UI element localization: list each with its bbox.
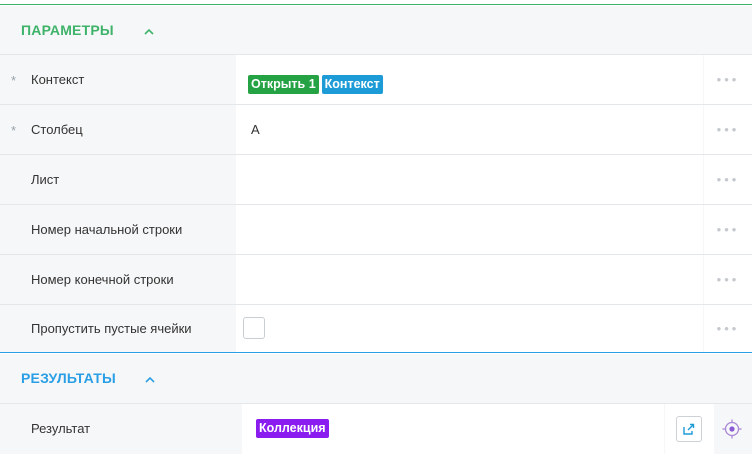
export-cell — [665, 404, 714, 454]
param-label: Номер конечной строки — [31, 272, 174, 287]
target-icon[interactable] — [722, 419, 742, 439]
more-options-button[interactable]: ••• — [704, 205, 752, 254]
column-value-field[interactable]: A — [236, 105, 703, 154]
sheet-value-field[interactable] — [236, 155, 703, 204]
param-row-skip-empty: Пропустить пустые ячейки ••• — [0, 305, 752, 352]
variable-chip[interactable]: Открыть 1 — [248, 75, 319, 94]
export-icon — [683, 423, 695, 435]
param-label: Номер начальной строки — [31, 222, 183, 237]
result-row: Результат Коллекция — [0, 404, 752, 454]
result-label: Результат — [31, 421, 91, 436]
results-section-title: РЕЗУЛЬТАТЫ — [21, 370, 116, 386]
start-row-value-field[interactable] — [236, 205, 703, 254]
more-options-button[interactable]: ••• — [704, 105, 752, 154]
more-options-button[interactable]: ••• — [704, 305, 752, 352]
param-row-sheet: Лист ••• — [0, 155, 752, 204]
param-label: Лист — [31, 172, 60, 187]
param-label: Столбец — [31, 122, 83, 137]
param-label: Контекст — [31, 72, 85, 87]
result-value-field[interactable]: Коллекция — [242, 404, 664, 454]
param-row-end-row: Номер конечной строки ••• — [0, 255, 752, 304]
export-button[interactable] — [676, 416, 702, 442]
end-row-value-field[interactable] — [236, 255, 703, 304]
column-value: A — [251, 122, 260, 137]
section-divider — [0, 352, 752, 353]
param-row-start-row: Номер начальной строки ••• — [0, 205, 752, 254]
parameters-section-header[interactable]: ПАРАМЕТРЫ — [0, 6, 752, 55]
chevron-up-icon[interactable] — [144, 354, 156, 403]
more-options-button[interactable]: ••• — [704, 255, 752, 304]
skip-empty-value-field — [236, 305, 703, 352]
properties-panel: ПАРАМЕТРЫ * Контекст Открыть 1 Контекст •… — [0, 0, 752, 462]
required-marker: * — [11, 123, 17, 138]
context-value-field[interactable]: Открыть 1 Контекст — [236, 55, 703, 104]
param-row-column: * Столбец A ••• — [0, 105, 752, 154]
results-section-header[interactable]: РЕЗУЛЬТАТЫ — [0, 354, 752, 403]
chevron-up-icon[interactable] — [143, 6, 155, 55]
more-options-button[interactable]: ••• — [704, 155, 752, 204]
top-accent-line — [0, 4, 752, 5]
parameters-section-title: ПАРАМЕТРЫ — [21, 22, 114, 38]
required-marker: * — [11, 73, 17, 88]
property-chip[interactable]: Контекст — [321, 75, 383, 94]
more-options-button[interactable]: ••• — [704, 55, 752, 104]
skip-empty-checkbox[interactable] — [243, 317, 265, 339]
collection-chip[interactable]: Коллекция — [256, 419, 329, 438]
param-label: Пропустить пустые ячейки — [31, 321, 192, 336]
param-row-context: * Контекст Открыть 1 Контекст ••• — [0, 55, 752, 104]
